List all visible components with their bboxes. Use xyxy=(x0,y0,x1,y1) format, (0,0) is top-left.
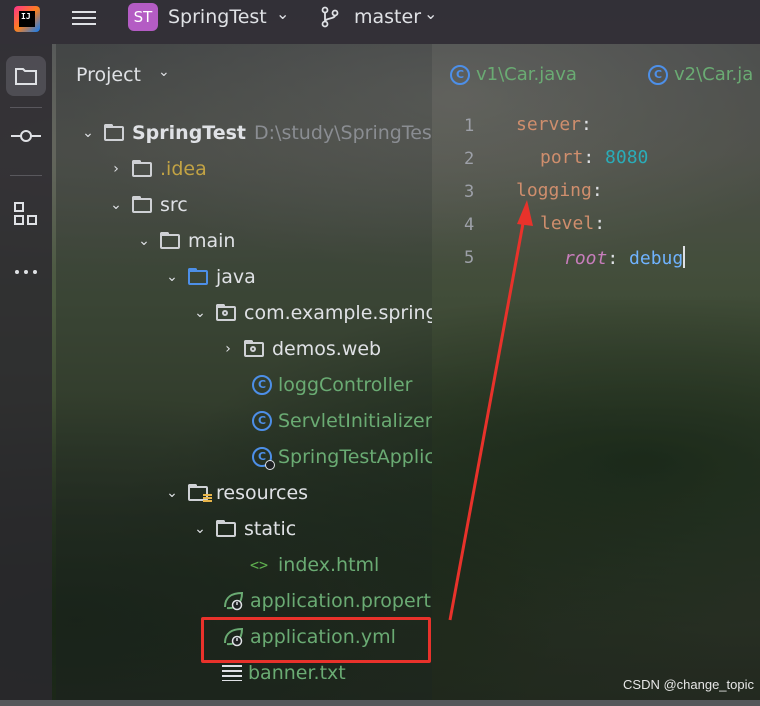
package-icon xyxy=(216,304,238,322)
chevron-down-icon[interactable]: ⌄ xyxy=(158,64,170,80)
tree-item-package[interactable]: ⌄ com.example.spring xyxy=(192,298,432,328)
tree-label: SpringTestApplic xyxy=(278,446,432,468)
module-folder-icon xyxy=(104,124,126,142)
tree-item-application-properties[interactable]: application.properti xyxy=(222,586,432,616)
commit-icon[interactable] xyxy=(6,116,46,156)
tree-item-main[interactable]: ⌄ main xyxy=(136,226,235,256)
folder-icon xyxy=(216,520,238,538)
tree-label: banner.txt xyxy=(248,662,346,684)
tree-item-demos[interactable]: › demos.web xyxy=(220,334,381,364)
code-line[interactable]: logging: xyxy=(516,180,603,201)
more-tools-icon[interactable] xyxy=(6,252,46,292)
tree-label: .idea xyxy=(160,158,207,180)
tree-path: D:\study\SpringTes xyxy=(254,122,432,144)
class-icon: C xyxy=(252,375,272,395)
tree-label: java xyxy=(216,266,256,288)
chevron-down-icon[interactable]: ⌄ xyxy=(108,197,124,213)
project-badge[interactable]: ST xyxy=(128,3,158,31)
folder-icon xyxy=(160,232,182,250)
html-file-icon: <> xyxy=(250,556,269,574)
tree-label: SpringTest xyxy=(132,122,247,144)
tree-label: main xyxy=(188,230,236,252)
spring-config-icon xyxy=(224,591,244,611)
tree-item-java[interactable]: ⌄ java xyxy=(164,262,256,292)
panel-title[interactable]: Project xyxy=(76,64,141,86)
main-menu-icon[interactable] xyxy=(72,7,96,27)
tree-item-idea[interactable]: › .idea xyxy=(108,154,207,184)
tree-label: resources xyxy=(216,482,309,504)
tab-v2-car-java[interactable]: C v2\Car.ja xyxy=(648,64,753,85)
watermark: CSDN @change_topic xyxy=(623,677,754,692)
code-line[interactable]: root: debug xyxy=(564,246,686,269)
chevron-down-icon[interactable]: ⌄ xyxy=(192,305,208,321)
line-number: 5 xyxy=(464,248,475,268)
class-icon: C xyxy=(450,64,470,85)
code-line[interactable]: server: xyxy=(516,114,592,135)
tree-item-application-class[interactable]: C SpringTestApplic xyxy=(252,442,432,472)
line-number: 2 xyxy=(464,149,475,169)
chevron-down-icon[interactable]: ⌄ xyxy=(424,4,437,23)
structure-icon[interactable] xyxy=(6,194,46,234)
intellij-logo-icon[interactable]: IJ xyxy=(14,6,40,32)
tree-label: application.properti xyxy=(250,590,432,612)
class-icon: C xyxy=(648,64,668,85)
tree-item-src[interactable]: ⌄ src xyxy=(108,190,188,220)
tree-label: ServletInitializer xyxy=(278,410,432,432)
project-panel: Project ⌄ ⌄ SpringTest D:\study\SpringTe… xyxy=(56,44,432,700)
package-icon xyxy=(244,340,266,358)
project-folder-icon[interactable] xyxy=(6,56,46,96)
tree-item-index-html[interactable]: <> index.html xyxy=(250,550,379,580)
divider xyxy=(10,175,42,176)
highlight-box xyxy=(201,617,431,663)
chevron-right-icon[interactable]: › xyxy=(108,161,124,177)
line-number: 1 xyxy=(464,116,475,136)
line-gutter: 1 2 3 4 5 xyxy=(432,106,512,706)
tab-v1-car-java[interactable]: C v1\Car.java xyxy=(450,64,577,85)
tree-label: com.example.spring xyxy=(244,302,432,324)
tree-label: static xyxy=(244,518,297,540)
tree-label: index.html xyxy=(278,554,380,576)
tree-label: loggController xyxy=(278,374,413,396)
line-number: 3 xyxy=(464,182,475,202)
tab-label: v2\Car.ja xyxy=(674,64,754,85)
tree-label: demos.web xyxy=(272,338,382,360)
folder-icon xyxy=(132,196,154,214)
tree-item-static[interactable]: ⌄ static xyxy=(192,514,296,544)
text-file-icon xyxy=(222,665,242,681)
chevron-down-icon[interactable]: ⌄ xyxy=(80,125,96,141)
tree-label: src xyxy=(160,194,188,216)
chevron-down-icon[interactable]: ⌄ xyxy=(164,485,180,501)
chevron-down-icon[interactable]: ⌄ xyxy=(164,269,180,285)
git-branch-icon[interactable] xyxy=(320,6,340,28)
code-line[interactable]: port: 8080 xyxy=(540,147,648,168)
divider xyxy=(10,107,42,108)
editor-area: C v1\Car.java C v2\Car.ja 1 2 3 4 5 serv… xyxy=(432,44,760,700)
source-folder-icon xyxy=(188,268,210,286)
spring-boot-class-icon: C xyxy=(252,447,275,470)
resources-folder-icon xyxy=(188,484,212,502)
tree-item-logg-controller[interactable]: C loggController xyxy=(252,370,412,400)
branch-name[interactable]: master xyxy=(354,6,421,28)
chevron-down-icon[interactable]: ⌄ xyxy=(276,4,289,23)
tree-item-resources[interactable]: ⌄ resources xyxy=(164,478,308,508)
tool-window-strip xyxy=(0,44,52,700)
class-icon: C xyxy=(252,411,272,431)
chevron-down-icon[interactable]: ⌄ xyxy=(136,233,152,249)
chevron-down-icon[interactable]: ⌄ xyxy=(192,521,208,537)
text-caret xyxy=(683,246,686,268)
chevron-right-icon[interactable]: › xyxy=(220,341,236,357)
folder-icon xyxy=(132,160,154,178)
tree-item-servlet-initializer[interactable]: C ServletInitializer xyxy=(252,406,432,436)
line-number: 4 xyxy=(464,215,475,235)
code-line[interactable]: level: xyxy=(540,213,605,234)
editor-tabs: C v1\Car.java C v2\Car.ja xyxy=(432,44,760,106)
tab-label: v1\Car.java xyxy=(476,64,577,85)
title-bar: IJ ST SpringTest ⌄ master ⌄ xyxy=(0,0,760,44)
project-name[interactable]: SpringTest xyxy=(168,6,267,28)
tree-item-root[interactable]: ⌄ SpringTest D:\study\SpringTes xyxy=(80,118,432,148)
